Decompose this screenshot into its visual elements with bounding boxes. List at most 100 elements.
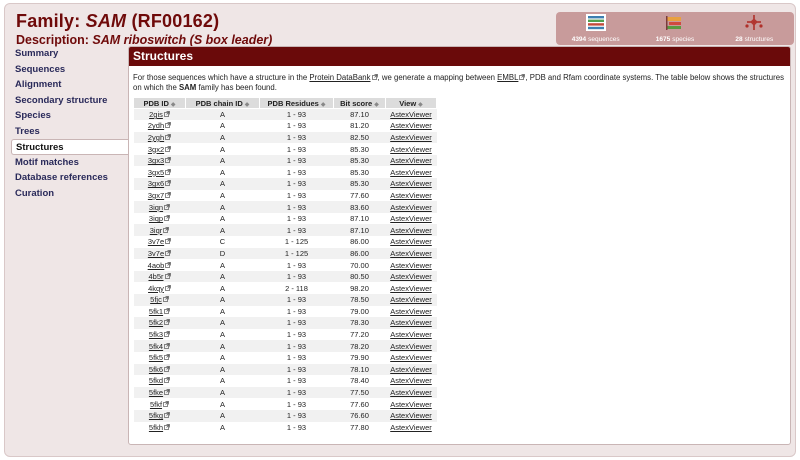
cell-residues: 1 - 93 [259,317,334,329]
pdb-id-link[interactable]: 5fk1 [149,307,163,316]
pdb-id-link[interactable]: 5fkd [149,376,163,385]
pdb-id-link[interactable]: 4b5r [148,272,163,281]
stat-species[interactable]: 1675 species [635,12,714,45]
cell-view: AstexViewer [385,294,437,306]
astex-viewer-link[interactable]: AstexViewer [390,226,432,235]
pdb-id-link[interactable]: 5fkf [150,400,162,409]
pdb-id-link[interactable]: 3gx6 [148,179,164,188]
astex-viewer-link[interactable]: AstexViewer [390,156,432,165]
sidebar-item-secondary-structure[interactable]: Secondary structure [11,93,129,109]
astex-viewer-link[interactable]: AstexViewer [390,145,432,154]
cell-pdb-id: 3gx6 [133,178,186,190]
cell-chain-id: A [185,421,260,434]
sidebar-item-database-references[interactable]: Database references [11,170,129,186]
column-header-chain-id[interactable]: PDB chain ID ◆ [185,97,260,109]
intro-part-4: family has been found. [196,83,277,92]
column-header-residues[interactable]: PDB Residues ◆ [259,97,334,109]
astex-viewer-link[interactable]: AstexViewer [390,121,432,130]
cell-residues: 1 - 93 [259,201,334,213]
table-row: 5fk2 A 1 - 93 78.30 AstexViewer [133,317,437,329]
astex-viewer-link[interactable]: AstexViewer [390,249,432,258]
external-link-icon [164,389,170,395]
pdb-id-link[interactable]: 3v7e [148,249,164,258]
column-header-pdb-id[interactable]: PDB ID ◆ [133,97,186,109]
pdb-id-link[interactable]: 3v7e [148,237,164,246]
astex-viewer-link[interactable]: AstexViewer [390,353,432,362]
astex-viewer-link[interactable]: AstexViewer [390,203,432,212]
cell-bit-score: 86.00 [333,247,386,260]
pdb-id-link[interactable]: 5fk6 [149,365,163,374]
astex-viewer-link[interactable]: AstexViewer [390,237,432,246]
pdb-id-link[interactable]: 4aob [148,261,165,270]
pdb-id-link[interactable]: 5fke [149,388,163,397]
sidebar-item-alignment[interactable]: Alignment [11,77,129,93]
pdb-id-link[interactable]: 5fk5 [149,353,163,362]
sidebar-item-trees[interactable]: Trees [11,124,129,140]
pdb-id-link[interactable]: 3iqn [149,203,163,212]
cell-chain-id: A [185,108,260,121]
cell-bit-score: 85.30 [333,154,386,167]
pdb-id-link[interactable]: 3iqp [149,214,163,223]
astex-viewer-link[interactable]: AstexViewer [390,365,432,374]
external-link-icon [164,377,170,384]
astex-viewer-link[interactable]: AstexViewer [390,376,432,385]
astex-viewer-link[interactable]: AstexViewer [390,214,432,223]
title-block: Family: SAM (RF00162) Description: SAM r… [16,11,272,47]
pdb-id-link[interactable]: 5fk3 [149,330,163,339]
pdb-id-link[interactable]: 3gx7 [148,191,164,200]
astex-viewer-link[interactable]: AstexViewer [390,133,432,142]
cell-chain-id: A [185,120,260,132]
astex-viewer-link[interactable]: AstexViewer [390,284,432,293]
astex-viewer-link[interactable]: AstexViewer [390,191,432,200]
astex-viewer-link[interactable]: AstexViewer [390,411,432,420]
pdb-id-link[interactable]: 3gx2 [148,145,164,154]
pdb-id-link[interactable]: 2ydh [148,121,164,130]
pdb-id-link[interactable]: 5fk4 [149,342,163,351]
sidebar-item-species[interactable]: Species [11,108,129,124]
sidebar-item-summary[interactable]: Summary [11,46,129,62]
stat-structures[interactable]: 28 structures [715,12,794,45]
sidebar-item-curation[interactable]: Curation [11,186,129,202]
table-row: 2gis A 1 - 93 87.10 AstexViewer [133,108,437,121]
astex-viewer-link[interactable]: AstexViewer [390,295,432,304]
pdb-id-link[interactable]: 5fkg [149,411,163,420]
pdb-id-link[interactable]: 5fjc [150,295,162,304]
pdb-id-link[interactable]: 3gx5 [148,168,164,177]
pdb-id-link[interactable]: 2gis [149,110,163,119]
astex-viewer-link[interactable]: AstexViewer [390,318,432,327]
cell-pdb-id: 2ygh [133,131,186,144]
cell-chain-id: A [185,189,260,202]
pdb-id-link[interactable]: 5fkh [149,423,163,432]
column-header-bit-score[interactable]: Bit score ◆ [333,97,386,109]
cell-pdb-id: 5fk5 [133,351,186,364]
protein-databank-link[interactable]: Protein DataBank [309,73,370,82]
astex-viewer-link[interactable]: AstexViewer [390,423,432,432]
astex-viewer-link[interactable]: AstexViewer [390,272,432,281]
astex-viewer-link[interactable]: AstexViewer [390,261,432,270]
sidebar-item-motif-matches[interactable]: Motif matches [11,155,129,171]
astex-viewer-link[interactable]: AstexViewer [390,330,432,339]
astex-viewer-link[interactable]: AstexViewer [390,168,432,177]
sidebar-item-sequences[interactable]: Sequences [11,62,129,78]
pdb-id-link[interactable]: 2ygh [148,133,164,142]
intro-part-2: , we generate a mapping between [377,73,498,82]
cell-bit-score: 78.20 [333,340,386,352]
astex-viewer-link[interactable]: AstexViewer [390,179,432,188]
pdb-id-link[interactable]: 3gx3 [148,156,164,165]
cell-chain-id: A [185,131,260,144]
column-header-view[interactable]: View ◆ [385,97,437,109]
astex-viewer-link[interactable]: AstexViewer [390,110,432,119]
astex-viewer-link[interactable]: AstexViewer [390,342,432,351]
sidebar-item-structures[interactable]: Structures [11,139,130,155]
astex-viewer-link[interactable]: AstexViewer [390,400,432,409]
pdb-id-link[interactable]: 4kqy [148,284,164,293]
pdb-id-link[interactable]: 3iqr [150,226,163,235]
pdb-id-link[interactable]: 5fk2 [149,318,163,327]
embl-link[interactable]: EMBL [497,73,518,82]
external-link-icon [165,145,171,152]
cell-view: AstexViewer [385,340,437,352]
cell-chain-id: A [185,212,260,225]
stat-sequences[interactable]: 4394 sequences [556,12,635,45]
astex-viewer-link[interactable]: AstexViewer [390,388,432,397]
astex-viewer-link[interactable]: AstexViewer [390,307,432,316]
